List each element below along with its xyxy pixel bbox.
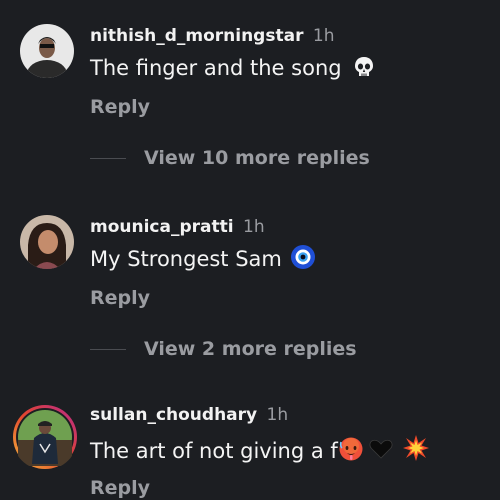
avatar[interactable] xyxy=(12,404,78,470)
comment-username[interactable]: nithish_d_morningstar xyxy=(90,26,303,46)
view-more-replies-label: View 10 more replies xyxy=(144,147,370,169)
comment-username[interactable]: mounica_pratti xyxy=(90,217,234,237)
avatar[interactable] xyxy=(20,215,74,269)
reply-button[interactable]: Reply xyxy=(90,95,150,119)
hot-face-emoji xyxy=(338,436,364,469)
view-more-replies-button[interactable]: View 10 more replies xyxy=(90,145,370,171)
comment-text: The art of not giving a f xyxy=(90,439,338,463)
comment-timestamp: 1h xyxy=(266,405,289,425)
comment-text-row: My Strongest Sam xyxy=(90,244,316,277)
comment-timestamp: 1h xyxy=(243,217,265,237)
avatar[interactable] xyxy=(20,24,74,78)
comments-screen: nithish_d_morningstar 1h The finger and … xyxy=(0,0,500,500)
comment-timestamp: 1h xyxy=(312,26,335,46)
divider-line xyxy=(90,157,126,159)
reply-button[interactable]: Reply xyxy=(90,286,150,310)
comment-text-row: The art of not giving a f xyxy=(90,434,430,469)
black-heart-emoji xyxy=(368,436,394,469)
divider-line xyxy=(90,348,126,350)
view-more-replies-button[interactable]: View 2 more replies xyxy=(90,336,357,362)
comment-username[interactable]: sullan_choudhary xyxy=(90,405,257,425)
collision-emoji xyxy=(402,434,430,469)
comment-text-row: The finger and the song xyxy=(90,54,376,86)
comment-text: The finger and the song xyxy=(90,56,342,80)
view-more-replies-label: View 2 more replies xyxy=(144,338,357,360)
skull-emoji xyxy=(352,55,376,86)
reply-button[interactable]: Reply xyxy=(90,476,150,500)
nazar-amulet-emoji xyxy=(290,244,316,277)
comment-text: My Strongest Sam xyxy=(90,247,282,271)
